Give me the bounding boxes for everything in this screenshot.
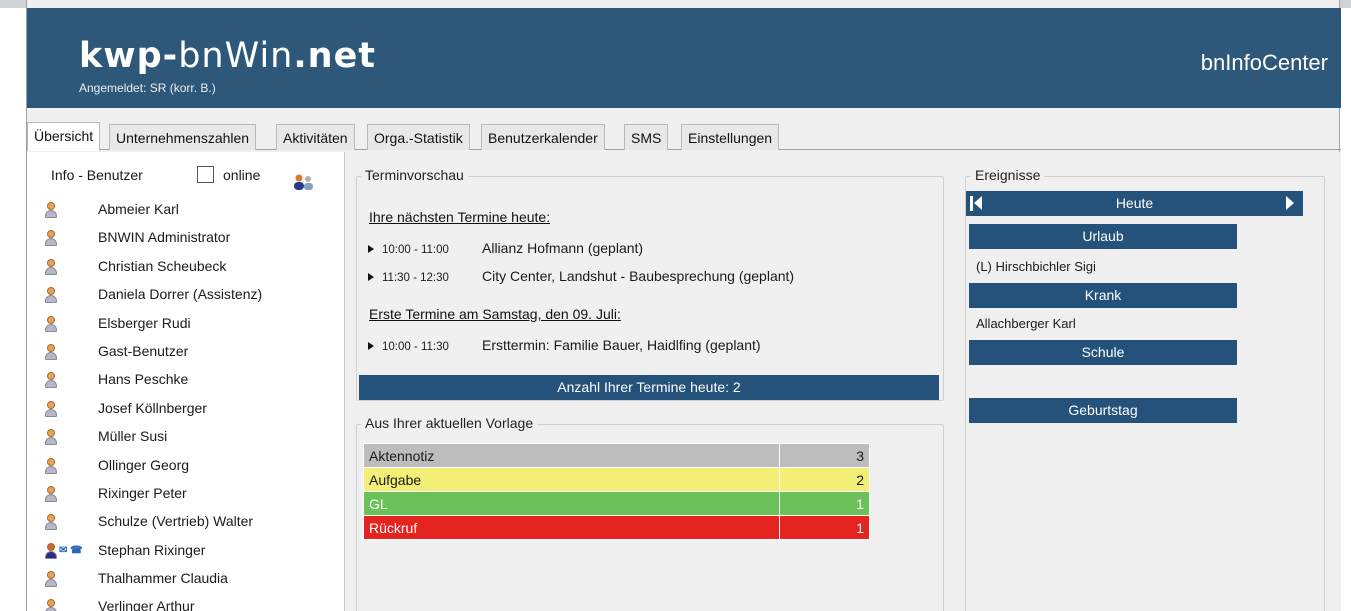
user-icon xyxy=(45,202,57,218)
user-icon xyxy=(45,343,57,360)
user-name: Verlinger Arthur xyxy=(98,598,195,611)
user-row[interactable]: Hans Peschke xyxy=(27,366,345,394)
user-row[interactable]: Daniela Dorrer (Assistenz) xyxy=(27,281,345,309)
user-row[interactable]: Schulze (Vertrieb) Walter xyxy=(27,508,345,536)
user-name: Rixinger Peter xyxy=(98,484,187,501)
user-name: Hans Peschke xyxy=(98,371,189,388)
user-name: Christian Scheubeck xyxy=(98,257,227,274)
user-name: Josef Köllnberger xyxy=(98,399,207,416)
user-row[interactable]: Abmeier Karl xyxy=(27,196,345,224)
user-info-title: Info - Benutzer xyxy=(51,167,143,183)
user-row[interactable]: Josef Köllnberger xyxy=(27,395,345,423)
tab-bar: Übersicht Unternehmenszahlen Aktivitäten… xyxy=(27,122,1341,151)
tab-aktivitaeten[interactable]: Aktivitäten xyxy=(276,124,355,150)
user-icon xyxy=(45,400,57,417)
user-row[interactable]: BNWIN Administrator xyxy=(27,224,345,252)
online-label: online xyxy=(223,167,261,183)
user-row[interactable]: Thalhammer Claudia xyxy=(27,565,345,593)
vorlage-table: Aktennotiz 3 Aufgabe 2 GL 1 Rückruf 1 xyxy=(363,443,870,540)
category-urlaub[interactable]: Urlaub xyxy=(969,224,1237,249)
vorlage-row-rueckruf[interactable]: Rückruf 1 xyxy=(363,515,870,540)
expand-arrow-icon xyxy=(368,273,374,282)
user-online-icon xyxy=(45,542,57,559)
app-logo: kwp-bnWin.net xyxy=(79,36,377,76)
app-window: kwp-bnWin.net Angemeldet: SR (korr. B.) … xyxy=(26,0,1341,611)
user-row[interactable]: Ollinger Georg xyxy=(27,452,345,480)
next-heading[interactable]: Erste Termine am Samstag, den 09. Juli: xyxy=(369,306,621,322)
category-geburtstag[interactable]: Geburtstag xyxy=(969,398,1237,423)
user-icon xyxy=(45,429,57,446)
user-icon xyxy=(45,485,57,502)
vorlage-row-gl[interactable]: GL 1 xyxy=(363,491,870,516)
user-icon xyxy=(45,287,57,304)
date-navigator: Heute xyxy=(966,191,1303,216)
ereignisse-panel: Ereignisse Heute Urlaub (L) Hirschbichle… xyxy=(949,152,1341,611)
user-row[interactable]: Rixinger Peter xyxy=(27,480,345,508)
category-schule[interactable]: Schule xyxy=(969,340,1237,365)
user-name: Elsberger Rudi xyxy=(98,314,191,331)
vorlage-title: Aus Ihrer aktuellen Vorlage xyxy=(361,415,538,431)
user-row[interactable]: Christian Scheubeck xyxy=(27,253,345,281)
user-icon xyxy=(45,571,57,588)
user-icon xyxy=(45,599,57,611)
tab-sms[interactable]: SMS xyxy=(624,124,669,150)
user-row-active[interactable]: ✉ ☎ Stephan Rixinger xyxy=(27,537,345,565)
termin-count-bar: Anzahl Ihrer Termine heute: 2 xyxy=(359,375,939,400)
user-row[interactable]: Elsberger Rudi xyxy=(27,310,345,338)
user-name: Thalhammer Claudia xyxy=(98,570,228,587)
user-row[interactable]: Verlinger Arthur xyxy=(27,593,345,611)
user-icon xyxy=(45,514,57,531)
user-name: Gast-Benutzer xyxy=(98,342,189,359)
login-status: Angemeldet: SR (korr. B.) xyxy=(79,81,216,95)
tab-orga-statistik[interactable]: Orga.-Statistik xyxy=(367,124,470,150)
user-group-icon[interactable] xyxy=(293,174,315,190)
first-page-icon[interactable] xyxy=(970,196,982,211)
app-header: kwp-bnWin.net Angemeldet: SR (korr. B.) … xyxy=(27,8,1341,108)
tab-benutzerkalender[interactable]: Benutzerkalender xyxy=(481,124,605,150)
tab-unternehmenszahlen[interactable]: Unternehmenszahlen xyxy=(109,124,257,150)
user-name: Müller Susi xyxy=(98,428,168,445)
user-icon xyxy=(45,258,57,275)
expand-arrow-icon xyxy=(368,245,374,254)
termin-item[interactable]: 10:00 - 11:00 Allianz Hofmann (geplant) xyxy=(368,240,643,256)
message-status-icon: ✉ ☎ xyxy=(59,544,83,556)
user-info-panel: Info - Benutzer online Abmeier Karl BNWI… xyxy=(27,152,345,611)
vorlage-row-aktennotiz[interactable]: Aktennotiz 3 xyxy=(363,443,870,468)
user-row[interactable]: Müller Susi xyxy=(27,423,345,451)
tab-einstellungen[interactable]: Einstellungen xyxy=(681,124,780,150)
user-name: Daniela Dorrer (Assistenz) xyxy=(98,286,263,303)
user-name: Stephan Rixinger xyxy=(98,541,206,558)
category-entry[interactable]: (L) Hirschbichler Sigi xyxy=(976,259,1096,274)
online-checkbox[interactable] xyxy=(197,166,214,183)
user-name: Schulze (Vertrieb) Walter xyxy=(98,513,254,530)
expand-arrow-icon xyxy=(368,342,374,351)
next-arrow-icon[interactable] xyxy=(1286,196,1294,210)
app-name: bnInfoCenter xyxy=(1200,50,1328,75)
user-icon xyxy=(45,457,57,474)
user-list: Abmeier Karl BNWIN Administrator Christi… xyxy=(27,196,345,611)
user-name: BNWIN Administrator xyxy=(98,229,231,246)
today-heading[interactable]: Ihre nächsten Termine heute: xyxy=(369,209,550,225)
tab-uebersicht[interactable]: Übersicht xyxy=(27,122,101,151)
vorlage-row-aufgabe[interactable]: Aufgabe 2 xyxy=(363,467,870,492)
ereignisse-title: Ereignisse xyxy=(971,167,1045,183)
termin-panel: Terminvorschau Ihre nächsten Termine heu… xyxy=(346,152,949,611)
category-krank[interactable]: Krank xyxy=(969,283,1237,308)
user-name: Ollinger Georg xyxy=(98,456,190,473)
user-icon xyxy=(45,230,57,247)
category-entry[interactable]: Allachberger Karl xyxy=(976,316,1076,331)
user-row[interactable]: Gast-Benutzer xyxy=(27,338,345,366)
user-name: Abmeier Karl xyxy=(98,201,179,217)
user-icon xyxy=(45,315,57,332)
current-day-label: Heute xyxy=(1115,195,1154,211)
termin-title: Terminvorschau xyxy=(361,167,468,183)
termin-item[interactable]: 10:00 - 11:30 Ersttermin: Familie Bauer, … xyxy=(368,337,761,353)
user-icon xyxy=(45,372,57,389)
termin-item[interactable]: 11:30 - 12:30 City Center, Landshut - Bau… xyxy=(368,268,794,284)
